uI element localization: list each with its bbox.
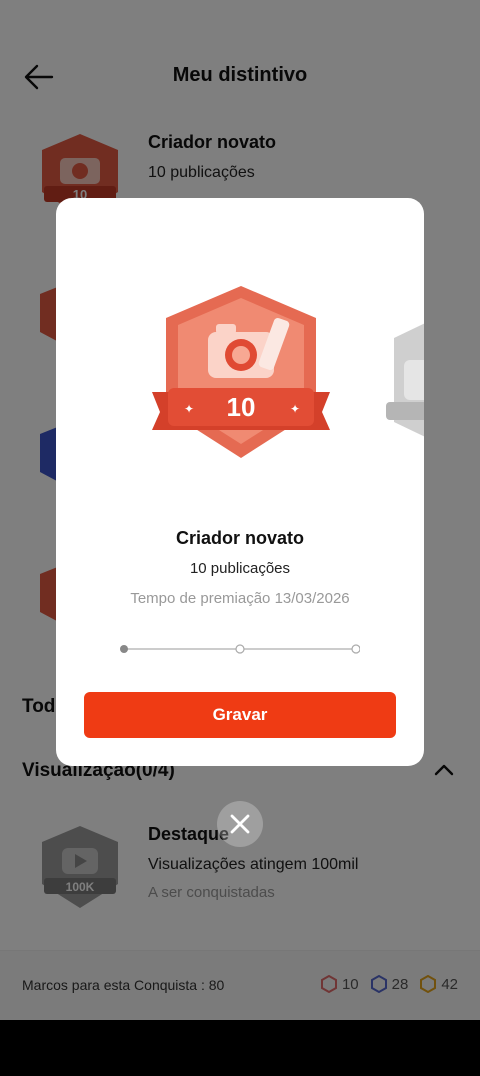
- modal-award-date: Tempo de premiação 13/03/2026: [130, 590, 350, 607]
- modal-badge-name: Criador novato: [175, 528, 304, 548]
- system-nav-bar: [0, 1020, 480, 1076]
- svg-text:✦: ✦: [184, 402, 194, 416]
- svg-text:10: 10: [227, 392, 256, 422]
- creator-badge-large-icon: 10 ✦ ✦: [152, 286, 330, 458]
- record-button[interactable]: Gravar: [84, 692, 396, 738]
- svg-text:✦: ✦: [290, 402, 300, 416]
- badge-detail-modal: 10 ✦ ✦ Criador novato 10 publicações Tem…: [56, 198, 424, 766]
- close-modal-button[interactable]: [217, 801, 263, 847]
- close-icon: [230, 814, 250, 834]
- modal-badge-sub: 10 publicações: [189, 560, 291, 577]
- next-badge-preview-icon[interactable]: [384, 310, 424, 450]
- badge-level-progress: [120, 644, 360, 654]
